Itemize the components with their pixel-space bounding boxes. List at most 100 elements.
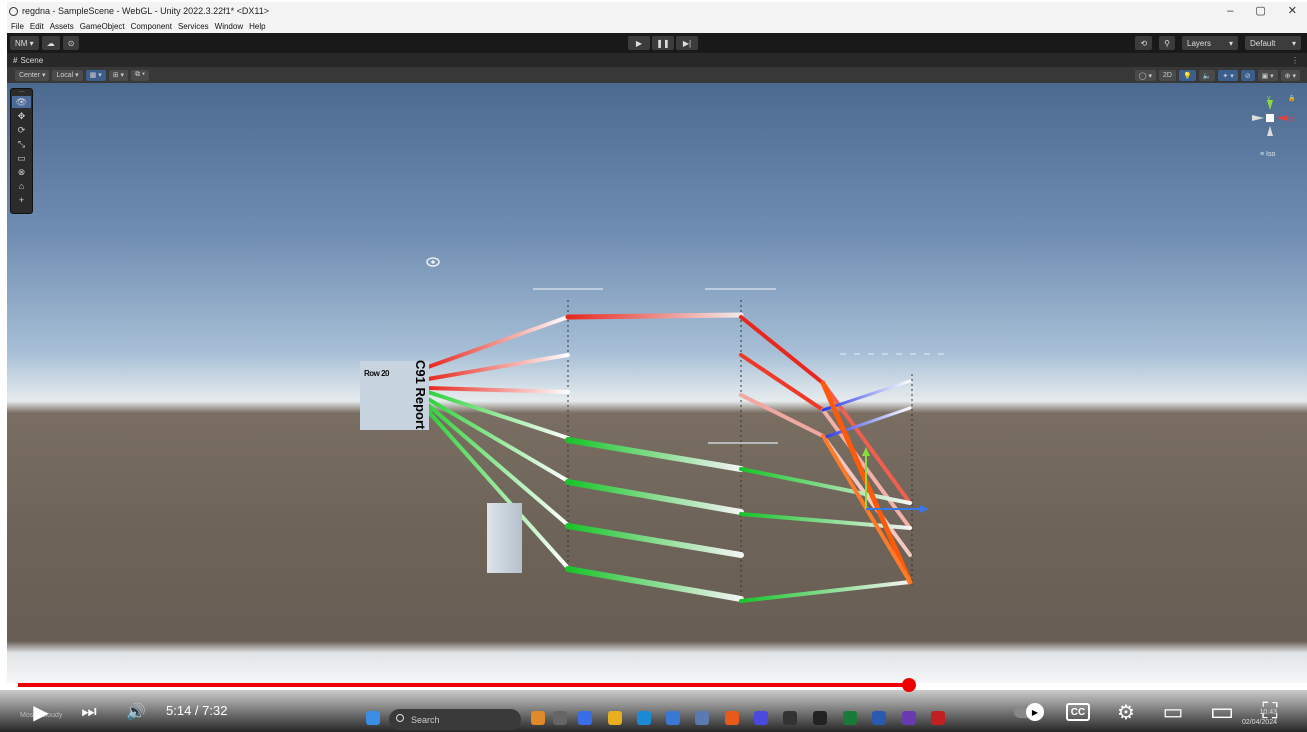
grid-dropdown[interactable]: ▦ ▾ (85, 69, 106, 81)
standing-card[interactable] (487, 503, 522, 573)
custom-tool-button[interactable]: ⌂ (12, 180, 31, 192)
palette-grip[interactable]: — (12, 89, 31, 95)
menu-assets[interactable]: Assets (50, 22, 74, 31)
file-explorer-icon[interactable] (608, 711, 622, 725)
autoplay-knob-icon: ▶ (1026, 703, 1044, 721)
menu-file[interactable]: File (11, 22, 24, 31)
history-icon[interactable]: ⟲ (1135, 36, 1153, 50)
taskbar-app-icon[interactable] (578, 711, 592, 725)
scene-tab[interactable]: # Scene ⋮ (7, 53, 1307, 67)
tool-palette: — 👁 ✥ ⟳ ⤡ ▭ ⊗ ⌂ + (10, 88, 33, 214)
captions-button[interactable]: CC (1066, 703, 1090, 721)
rotate-tool-button[interactable]: ⟳ (12, 124, 31, 136)
incremental-snap-dropdown[interactable]: ⧉ ▾ (131, 69, 149, 81)
search-icon[interactable]: ⚲ (1159, 36, 1175, 50)
toolbar-right: ⟲ ⚲ Layers ▾ Default ▾ (1132, 36, 1301, 50)
center-cube[interactable] (1266, 114, 1274, 122)
layout-dropdown[interactable]: Default ▾ (1245, 36, 1301, 50)
menu-services[interactable]: Services (178, 22, 209, 31)
scene-toolbar: Center ▾ Local ▾ ▦ ▾ ⊞ ▾ ⧉ ▾ ◯ ▾ 2D 💡 🔈 … (7, 67, 1307, 83)
autoplay-toggle[interactable]: ▶ (1012, 703, 1044, 721)
view-tool-button[interactable]: 👁 (12, 96, 31, 108)
miniplayer-button[interactable]: ▭ (1160, 699, 1186, 724)
play-button[interactable]: ▶ (628, 36, 650, 50)
search-icon (396, 714, 404, 722)
video-next-button[interactable]: ⏭ (77, 700, 101, 724)
gizmos-dropdown[interactable]: ⊕ ▾ (1280, 70, 1300, 81)
neg-y-axis-cone[interactable] (1267, 126, 1273, 136)
taskbar-search[interactable]: Search (389, 709, 521, 730)
camera-eye-icon (426, 257, 440, 267)
play-controls: ▶ ❚❚ ▶| (628, 36, 698, 50)
edge-icon[interactable] (637, 711, 651, 725)
taskbar-app-icon[interactable] (553, 711, 567, 725)
scale-tool-button[interactable]: ⤡ (12, 138, 31, 150)
unity-icon (9, 6, 18, 16)
menu-window[interactable]: Window (215, 22, 243, 31)
minimize-button[interactable]: – (1227, 2, 1233, 20)
pause-button[interactable]: ❚❚ (652, 36, 674, 50)
word-icon[interactable] (872, 711, 886, 725)
clock-time: 10:43 (1259, 709, 1277, 716)
scene-viewport[interactable]: — 👁 ✥ ⟳ ⤡ ▭ ⊗ ⌂ + (7, 83, 1307, 683)
x-axis-cone[interactable] (1276, 115, 1288, 121)
taskbar-app-icon[interactable] (902, 711, 916, 725)
taskbar-app-icon[interactable] (531, 711, 545, 725)
menu-gameobject[interactable]: GameObject (80, 22, 125, 31)
scene-tab-icon: # (13, 55, 18, 65)
taskbar-app-icon[interactable] (931, 711, 945, 725)
step-button[interactable]: ▶| (676, 36, 698, 50)
scene-menu-icon[interactable]: ⋮ (1291, 56, 1299, 65)
windows-start-icon[interactable] (366, 711, 380, 725)
menu-component[interactable]: Component (131, 22, 172, 31)
pivot-dropdown[interactable]: Center ▾ (15, 69, 50, 81)
collab-icon[interactable]: ⊙ (62, 36, 80, 50)
unity-hub-icon[interactable] (783, 711, 797, 725)
space-dropdown[interactable]: Local ▾ (52, 69, 83, 81)
draw-mode-dropdown[interactable]: ◯ ▾ (1134, 70, 1156, 81)
taskbar-app-icon[interactable] (666, 711, 680, 725)
orientation-gizmo[interactable]: y x ≡ Iso 🔒 (1240, 90, 1300, 160)
taskbar-app-icon[interactable] (754, 711, 768, 725)
camera-dropdown[interactable]: ▣ ▾ (1257, 70, 1278, 81)
excel-icon[interactable] (843, 711, 857, 725)
layers-label: Layers (1187, 38, 1212, 48)
taskbar-clock[interactable]: 10:43 02/04/2024 (1237, 708, 1277, 728)
maximize-button[interactable]: ▢ (1255, 2, 1265, 20)
rect-tool-button[interactable]: ▭ (12, 152, 31, 164)
menu-bar: File Edit Assets GameObject Component Se… (7, 20, 1307, 33)
settings-gear-icon[interactable]: ⚙ (1114, 700, 1138, 724)
gizmo-lock-icon[interactable]: 🔒 (1288, 94, 1295, 102)
theater-mode-button[interactable]: ▭ (1208, 696, 1236, 726)
taskbar-search-placeholder: Search (411, 714, 440, 725)
video-play-button[interactable]: ▶ (28, 700, 54, 724)
hidden-objects-toggle[interactable]: ⊘ (1240, 70, 1255, 81)
volume-icon[interactable]: 🔊 (124, 700, 148, 724)
audio-toggle[interactable]: 🔈 (1198, 70, 1216, 81)
firefox-icon[interactable] (725, 711, 739, 725)
lighting-toggle[interactable]: 💡 (1178, 70, 1196, 81)
layout-label: Default (1250, 38, 1276, 48)
menu-help[interactable]: Help (249, 22, 265, 31)
effects-dropdown[interactable]: ✦ ▾ (1218, 70, 1238, 81)
transform-tool-button[interactable]: ⊗ (12, 166, 31, 178)
video-time: 5:14 / 7:32 (166, 703, 228, 718)
window-title: regdna - SampleScene - WebGL - Unity 202… (22, 6, 269, 16)
neg-x-axis-cone[interactable] (1252, 115, 1264, 121)
gizmo-y-label: y (1267, 95, 1271, 102)
menu-edit[interactable]: Edit (30, 22, 44, 31)
unity-icon[interactable] (813, 711, 827, 725)
report-title: C91 Report (413, 360, 428, 430)
account-dropdown[interactable]: NM ▾ (10, 36, 39, 50)
move-tool-button[interactable]: ✥ (12, 110, 31, 122)
add-tool-button[interactable]: + (12, 194, 31, 206)
2d-toggle[interactable]: 2D (1159, 70, 1176, 81)
cloud-icon[interactable]: ☁ (41, 36, 60, 50)
snap-dropdown[interactable]: ⊞ ▾ (108, 69, 129, 81)
close-button[interactable]: ✕ (1288, 2, 1297, 20)
layers-dropdown[interactable]: Layers ▾ (1182, 36, 1238, 50)
mail-icon[interactable] (695, 711, 709, 725)
gizmo-mode-label[interactable]: ≡ Iso (1260, 151, 1275, 158)
autoplay-track: ▶ (1014, 703, 1044, 721)
screen: regdna - SampleScene - WebGL - Unity 202… (0, 0, 1307, 732)
